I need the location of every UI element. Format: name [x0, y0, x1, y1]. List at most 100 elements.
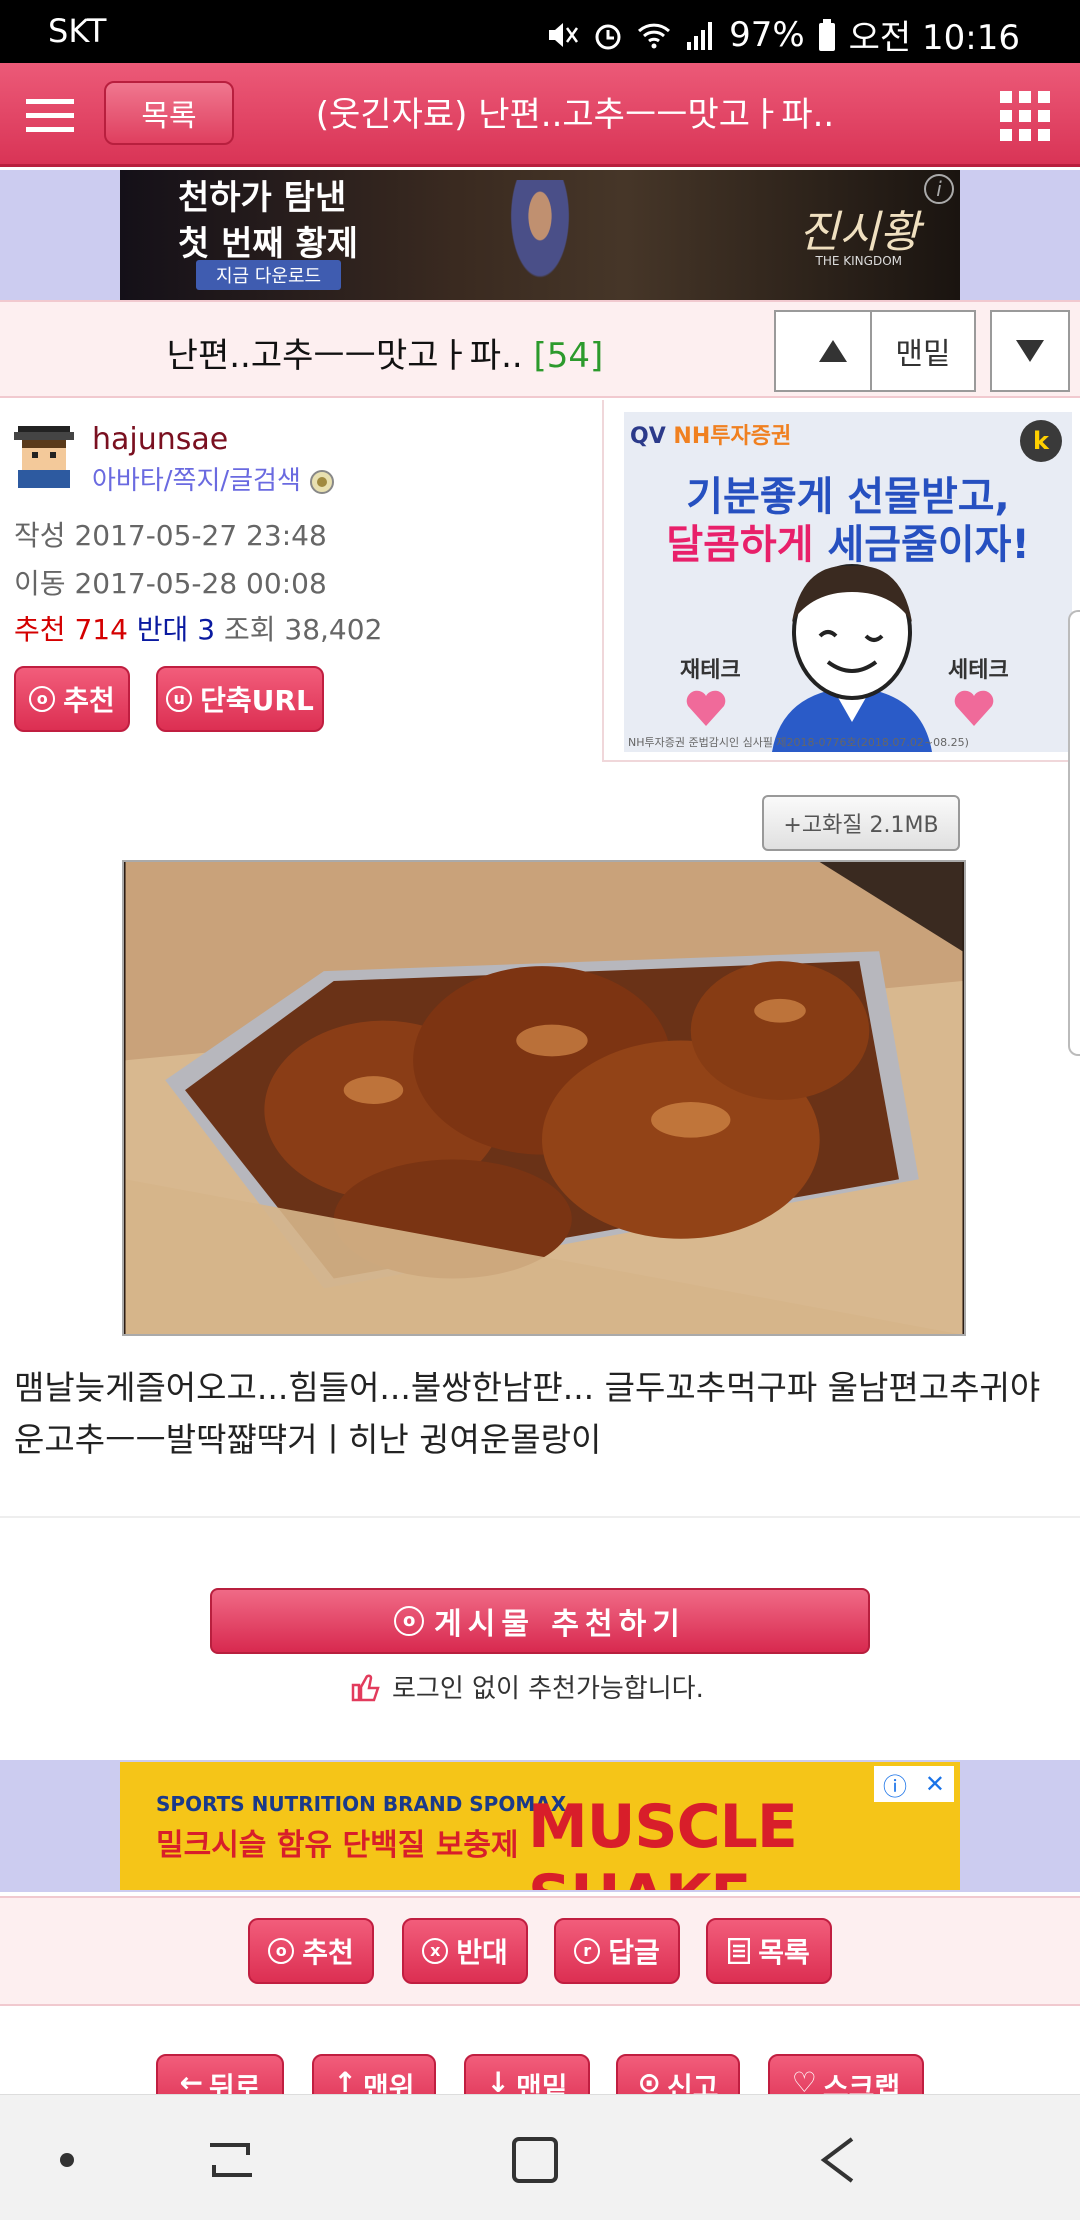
ad-brand: MUSCLE SHAKE: [528, 1792, 798, 1890]
ad-tag-right: 세테크: [948, 658, 1009, 683]
author-panel: hajunsae 아바타/쪽지/글검색 작성 2017-05-27 23:48 …: [0, 400, 600, 760]
oppose-button[interactable]: x 반대: [402, 1918, 528, 1984]
post-title-bar: 난편..고추ㅡㅡ맛고ㅏ파.. [54] 맨밑: [0, 300, 1080, 398]
bank-ad[interactable]: QV NH투자증권 k 기분좋게 선물받고, 달콤하게 세금줄이자! 재테크 세…: [624, 412, 1072, 752]
ad-footnote: NH투자증권 준법감시인 심사필 제2018-0776호(2018.07.02~…: [628, 736, 969, 749]
header-title: (웃긴자료) 난편..고추ㅡㅡ맛고ㅏ파..: [315, 95, 835, 135]
heart-icon: [686, 690, 726, 726]
apps-grid-icon[interactable]: [1000, 91, 1050, 141]
comment-count[interactable]: [54]: [534, 336, 604, 376]
home-icon[interactable]: [500, 2125, 570, 2195]
list-icon: [728, 1938, 751, 1964]
fried-chicken-photo[interactable]: [122, 860, 966, 1336]
heart-icon: ♡: [791, 2066, 817, 2094]
post-title: 난편..고추ㅡㅡ맛고ㅏ파.. [54]: [0, 328, 770, 377]
high-quality-image-button[interactable]: +고화질 2.1MB: [762, 795, 960, 851]
dot-icon[interactable]: [32, 2125, 102, 2195]
scrap-button[interactable]: ♡ 스크랩: [768, 2054, 924, 2094]
list-button[interactable]: 목록: [706, 1918, 832, 1984]
divider: [0, 1516, 1080, 1518]
ad-download-button[interactable]: 지금 다운로드: [196, 260, 342, 290]
arrow-down-icon: ↓: [486, 2066, 510, 2094]
bottom-button[interactable]: 맨밑: [870, 310, 976, 392]
list-button[interactable]: 목록: [104, 81, 234, 145]
ad-logos: QV NH투자증권: [630, 424, 792, 449]
top-button[interactable]: ↑ 맨위: [312, 2054, 436, 2094]
ad-brand-sub: THE KINGDOM: [815, 254, 902, 268]
signal-icon: [687, 21, 713, 50]
recommend-button[interactable]: o 추천: [248, 1918, 374, 1984]
recommend-post-button[interactable]: o 게시물 추천하기: [210, 1588, 870, 1654]
bottom-nav-row: ← 뒤로 ↑ 맨위 ↓ 맨밑 ⊙ 신고 ♡ 스크랩: [0, 2040, 1080, 2094]
circle-u-icon: u: [166, 686, 193, 712]
short-url-button[interactable]: u 단축URL: [156, 666, 324, 732]
recents-icon[interactable]: [196, 2125, 266, 2195]
recommend-note: 로그인 없이 추천가능합니다.: [350, 1668, 704, 1705]
author-links[interactable]: 아바타/쪽지/글검색: [92, 460, 335, 497]
arrow-up-icon: [819, 340, 847, 362]
post-stats: 추천 714 반대 3 조회 38,402: [14, 608, 382, 648]
ad-brand: 진시황: [798, 207, 920, 258]
ad-info-icon[interactable]: i: [924, 174, 954, 204]
recommend-button[interactable]: o 추천: [14, 666, 130, 732]
ad-tag-left: 재테크: [680, 658, 741, 683]
bottom-button[interactable]: ↓ 맨밑: [464, 2054, 590, 2094]
game-ad-banner[interactable]: 천하가 탐낸 첫 번째 황제 지금 다운로드 진시황 THE KINGDOM i: [120, 170, 960, 300]
reply-button[interactable]: r 답글: [554, 1918, 680, 1984]
emperor-figure-image: [500, 180, 580, 300]
circle-x-icon: x: [422, 1938, 449, 1964]
smiling-man-illustration: [772, 564, 932, 752]
oppose-stat: 반대 3: [136, 613, 216, 646]
level-badge-icon: [310, 469, 335, 494]
arrow-up-icon: ↑: [333, 2066, 357, 2094]
ad-line-2: 밀크시슬 함유 단백질 보충제: [156, 1828, 519, 1863]
heart-icon: [954, 690, 994, 726]
avatar[interactable]: [14, 422, 74, 488]
ad-controls[interactable]: ⓘ ✕: [874, 1766, 954, 1802]
post-body-text: 맴날늦게즐어오고...힘들어...불쌍한남퍈... 글두꼬추먹구파 울남편고추귀…: [14, 1368, 1041, 1459]
carrier-label: SKT: [48, 12, 107, 50]
battery-percent: 97%: [729, 14, 805, 55]
thumbs-up-icon: [351, 1674, 380, 1701]
views-stat: 조회 38,402: [223, 613, 383, 646]
circle-o-icon: o: [394, 1606, 425, 1636]
report-button[interactable]: ⊙ 신고: [616, 2054, 740, 2094]
username[interactable]: hajunsae: [92, 422, 228, 457]
ad-headline-2: 첫 번째 황제: [178, 224, 359, 264]
ad-headline-1: 천하가 탐낸: [178, 178, 347, 218]
back-button[interactable]: ← 뒤로: [156, 2054, 284, 2094]
status-bar: SKT 97% 오전 10:16: [0, 0, 1080, 63]
arrow-left-icon: ←: [179, 2066, 203, 2094]
wifi-icon: [638, 23, 671, 48]
alert-icon: ⊙: [637, 2066, 661, 2094]
ad-info-icon[interactable]: ⓘ: [883, 1767, 907, 1802]
back-icon[interactable]: [804, 2125, 874, 2195]
status-icons: 97% 오전 10:16: [545, 10, 1020, 59]
top-banner-ad[interactable]: 천하가 탐낸 첫 번째 황제 지금 다운로드 진시황 THE KINGDOM i: [0, 170, 1080, 300]
clock: 오전 10:16: [848, 18, 1020, 58]
circle-o-icon: o: [268, 1938, 295, 1964]
app-header: 목록 (웃긴자료) 난편..고추ㅡㅡ맛고ㅏ파..: [0, 63, 1080, 167]
protein-ad[interactable]: SPORTS NUTRITION BRAND SPOMAX 밀크시슬 함유 단백…: [120, 1762, 960, 1890]
circle-o-icon: o: [29, 686, 56, 712]
ad-line-1: SPORTS NUTRITION BRAND SPOMAX: [156, 1792, 567, 1816]
battery-icon: [818, 18, 835, 51]
next-post-button[interactable]: [990, 310, 1070, 392]
scrollbar-handle[interactable]: [1068, 610, 1080, 1056]
ad-k-badge: k: [1020, 420, 1062, 462]
alarm-icon: [595, 24, 621, 49]
recommend-stat: 추천 714: [14, 613, 128, 646]
moved-date: 이동 2017-05-28 00:08: [14, 567, 327, 600]
bottom-banner-ad[interactable]: SPORTS NUTRITION BRAND SPOMAX 밀크시슬 함유 단백…: [0, 1760, 1080, 1892]
mute-icon: [549, 22, 579, 47]
arrow-down-icon: [1016, 340, 1044, 362]
post-title-text: 난편..고추ㅡㅡ맛고ㅏ파..: [166, 336, 523, 376]
menu-icon[interactable]: [24, 93, 78, 137]
circle-r-icon: r: [574, 1938, 601, 1964]
android-nav-bar: [0, 2094, 1080, 2220]
side-ad-container: QV NH투자증권 k 기분좋게 선물받고, 달콤하게 세금줄이자! 재테크 세…: [602, 400, 1080, 762]
post-action-bar: o 추천 x 반대 r 답글 목록: [0, 1896, 1080, 2006]
author-links-text[interactable]: 아바타/쪽지/글검색: [92, 466, 301, 496]
created-date: 작성 2017-05-27 23:48: [14, 519, 327, 552]
ad-close-icon[interactable]: ✕: [925, 1770, 945, 1798]
